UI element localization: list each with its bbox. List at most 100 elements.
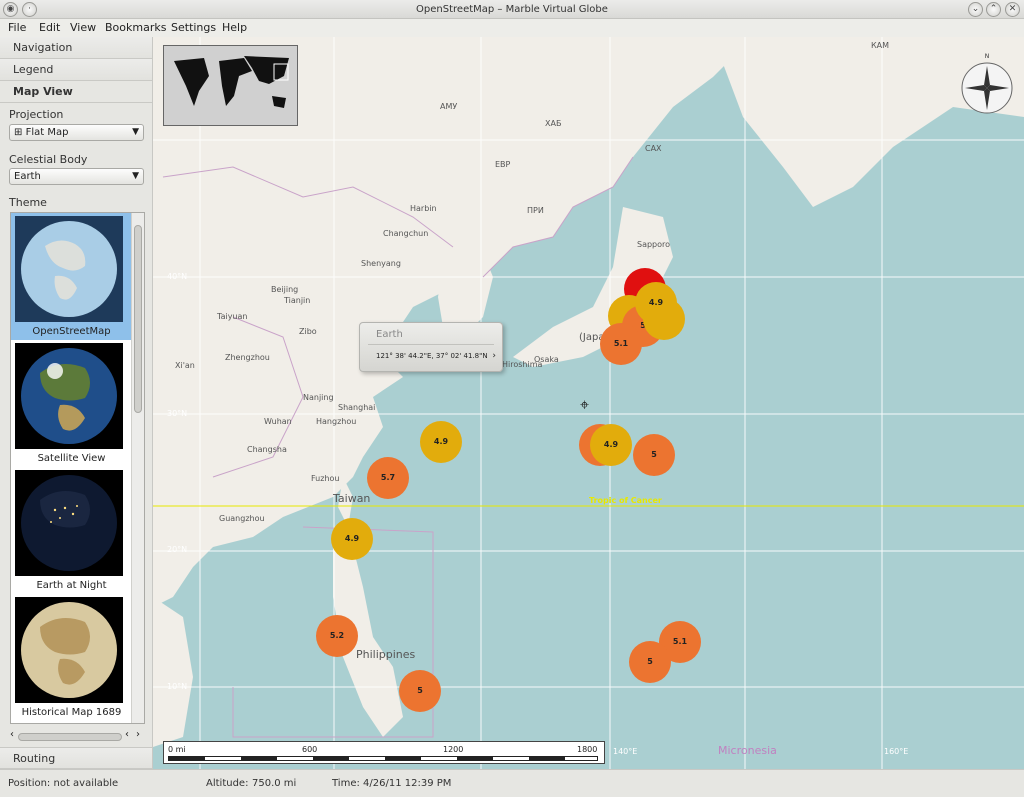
map-view[interactable]: N 40°N 30°N 20°N 10°N 140°E 160°E Sappor… <box>153 37 1024 769</box>
earthquake-marker[interactable]: 4.9 <box>420 421 462 463</box>
status-position: Position: not available <box>8 778 119 789</box>
menu-help[interactable]: Help <box>222 21 247 34</box>
location-info-popup[interactable]: Earth 121° 38' 44.2"E, 37° 02' 41.8"N › <box>359 322 503 372</box>
chevron-down-icon: ▼ <box>132 171 139 181</box>
chevron-right-icon[interactable]: › <box>492 351 496 361</box>
close-button[interactable]: ✕ <box>1005 2 1020 17</box>
grid-label: 40°N <box>167 272 188 281</box>
menu-file[interactable]: File <box>8 21 26 34</box>
earthquake-marker[interactable]: 5.2 <box>316 615 358 657</box>
celestial-label: Celestial Body <box>9 153 88 166</box>
region-label: КАМ <box>871 41 890 50</box>
city-label: Nanjing <box>303 393 334 402</box>
tab-legend[interactable]: Legend <box>0 59 152 81</box>
city-label: Hiroshima <box>502 360 543 369</box>
theme-list-scrollbar[interactable] <box>131 213 144 723</box>
projection-select[interactable]: ⊞ Flat Map ▼ <box>9 124 144 141</box>
earthquake-marker[interactable]: 4.9 <box>331 518 373 560</box>
tab-navigation[interactable]: Navigation <box>0 37 152 59</box>
maximize-button[interactable]: ⌃ <box>986 2 1001 17</box>
crosshair-icon: ⌖ <box>580 395 590 414</box>
scroll-left-icon[interactable]: ‹ <box>125 729 129 740</box>
theme-item-earth-at-night[interactable]: Earth at Night <box>11 467 132 594</box>
city-label: Shanghai <box>338 403 376 412</box>
scale-label: 0 mi <box>168 745 186 754</box>
scale-label: 1800 <box>577 745 598 754</box>
projection-label: Projection <box>9 108 64 121</box>
menu-view[interactable]: View <box>70 21 96 34</box>
menu-bar: File Edit View Bookmarks Settings Help <box>0 19 1024 37</box>
status-bar: Position: not available Altitude: 750.0 … <box>0 769 1024 797</box>
world-overview-thumbnail <box>164 46 297 125</box>
window-menu-icon[interactable]: ◉ <box>3 2 18 17</box>
earthquake-marker[interactable]: 5.7 <box>367 457 409 499</box>
city-label: Xi'an <box>175 361 195 370</box>
tab-map-view[interactable]: Map View <box>0 81 152 103</box>
scroll-left-icon[interactable]: ‹ <box>10 729 14 740</box>
scrollbar-thumb[interactable] <box>18 733 122 741</box>
window-pin-icon[interactable]: · <box>22 2 37 17</box>
menu-bookmarks[interactable]: Bookmarks <box>105 21 166 34</box>
celestial-value: Earth <box>14 171 41 182</box>
grid-label: 10°N <box>167 682 188 691</box>
region-label: САХ <box>645 144 662 153</box>
city-label: Shenyang <box>361 259 401 268</box>
region-label: ЕВР <box>495 160 511 169</box>
city-label: Sapporo <box>637 240 671 249</box>
earthquake-marker[interactable]: 5 <box>633 434 675 476</box>
grid-label: 30°N <box>167 409 188 418</box>
earthquake-marker[interactable]: 4.9 <box>635 282 677 324</box>
side-panel: Navigation Legend Map View Projection ⊞ … <box>0 37 153 769</box>
theme-label-openstreetmap: OpenStreetMap <box>32 326 111 337</box>
city-label: Fuzhou <box>311 474 340 483</box>
scale-ruler <box>168 756 598 761</box>
theme-item-historical-map[interactable]: Historical Map 1689 <box>11 594 132 721</box>
region-label: АМУ <box>440 102 458 111</box>
earthquake-marker[interactable]: 5.1 <box>600 323 642 365</box>
city-label: Changchun <box>383 229 429 238</box>
theme-label-earth-at-night: Earth at Night <box>36 580 107 591</box>
chevron-down-icon: ▼ <box>132 127 139 137</box>
earthquake-marker[interactable]: 5 <box>629 641 671 683</box>
compass-icon: N <box>961 53 1013 114</box>
region-label: ПРИ <box>527 206 544 215</box>
satellite-thumbnail <box>15 343 123 449</box>
earthquake-marker[interactable]: 4.9 <box>590 424 632 466</box>
menu-settings[interactable]: Settings <box>171 21 216 34</box>
city-label: Zhengzhou <box>225 353 270 362</box>
city-label: Tianjin <box>284 296 311 305</box>
theme-label-satellite: Satellite View <box>37 453 106 464</box>
celestial-select[interactable]: Earth ▼ <box>9 168 144 185</box>
theme-item-openstreetmap[interactable]: OpenStreetMap <box>11 213 132 340</box>
theme-list-horizontal-scrollbar[interactable]: ‹ ‹ › <box>10 729 145 743</box>
historical-map-thumbnail <box>15 597 123 703</box>
title-bar: ◉ · OpenStreetMap – Marble Virtual Globe… <box>0 0 1024 19</box>
overview-map[interactable] <box>163 45 298 126</box>
popup-coordinates: 121° 38' 44.2"E, 37° 02' 41.8"N <box>376 352 488 360</box>
scrollbar-thumb[interactable] <box>134 225 142 413</box>
earthquake-marker[interactable]: 5 <box>399 670 441 712</box>
window-title: OpenStreetMap – Marble Virtual Globe <box>416 4 608 15</box>
popup-title: Earth <box>376 329 403 340</box>
menu-edit[interactable]: Edit <box>39 21 60 34</box>
country-label: Philippines <box>356 648 416 661</box>
earth-at-night-thumbnail <box>15 470 123 576</box>
tab-routing[interactable]: Routing <box>0 747 152 769</box>
scroll-right-icon[interactable]: › <box>136 729 140 740</box>
svg-text:N: N <box>985 53 990 60</box>
theme-list[interactable]: OpenStreetMap Satellite View Earth at Ni… <box>10 212 145 724</box>
region-label: ХАБ <box>545 119 562 128</box>
popup-divider <box>368 344 494 345</box>
city-label: Beijing <box>271 285 299 294</box>
scale-label: 600 <box>302 745 318 754</box>
grid-label: 140°E <box>613 747 638 756</box>
grid-label: 20°N <box>167 545 188 554</box>
minimize-button[interactable]: ⌄ <box>968 2 983 17</box>
theme-label: Theme <box>9 196 47 209</box>
tropic-of-cancer-label: Tropic of Cancer <box>589 496 662 505</box>
status-altitude-value: 750.0 mi <box>252 778 297 789</box>
openstreetmap-thumbnail <box>15 216 123 322</box>
theme-item-satellite[interactable]: Satellite View <box>11 340 132 467</box>
projection-value: Flat Map <box>25 127 69 138</box>
city-label: Taiyuan <box>217 312 248 321</box>
